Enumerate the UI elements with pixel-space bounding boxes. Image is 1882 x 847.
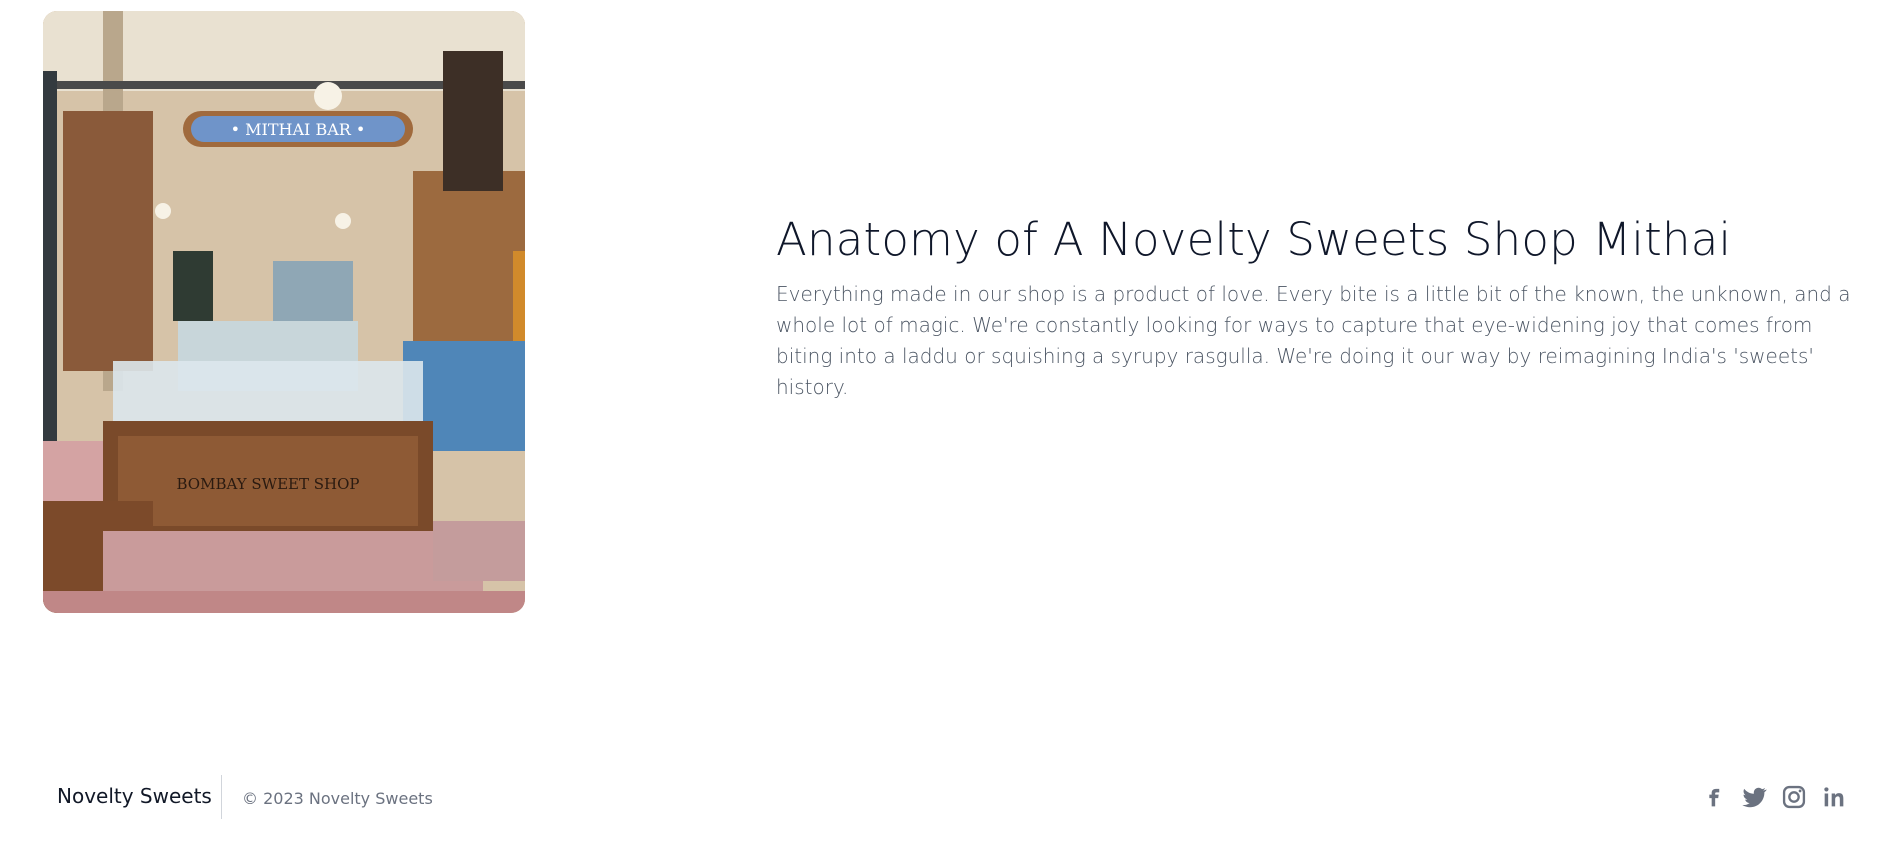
instagram-link[interactable] [1780,783,1808,811]
instagram-icon [1782,785,1806,809]
footer-divider [221,775,222,819]
facebook-icon [1709,788,1720,807]
footer-brand-link[interactable]: Novelty Sweets [57,784,212,808]
mithai-bar-sign: • MITHAI BAR • [231,120,366,139]
footer: Novelty Sweets © 2023 Novelty Sweets [0,770,1882,830]
page-title: Anatomy of A Novelty Sweets Shop Mithai [776,213,1732,266]
facebook-link[interactable] [1700,783,1728,811]
footer-copyright: © 2023 Novelty Sweets [242,789,433,808]
linkedin-link[interactable] [1820,783,1848,811]
shop-interior-image: • MITHAI BAR • BOMBAY SWEET SHOP [43,11,525,613]
twitter-link[interactable] [1740,783,1768,811]
linkedin-icon [1824,787,1844,807]
counter-sign: BOMBAY SWEET SHOP [177,475,360,493]
hero-image: • MITHAI BAR • BOMBAY SWEET SHOP [43,11,525,613]
page-description: Everything made in our shop is a product… [776,282,1851,399]
main-content: Anatomy of A Novelty Sweets Shop Mithai … [776,212,1856,403]
twitter-icon [1742,787,1767,808]
social-links [1700,783,1848,811]
